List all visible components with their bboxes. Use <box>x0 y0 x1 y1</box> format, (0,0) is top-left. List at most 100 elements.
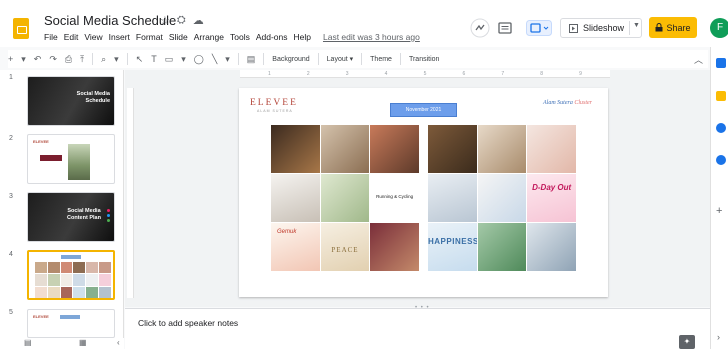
menu-file[interactable]: File <box>44 32 58 42</box>
new-slide-icon[interactable]: + <box>8 54 13 64</box>
document-title[interactable]: Social Media Schedule <box>44 13 176 28</box>
transition-button[interactable]: Transition <box>409 56 439 63</box>
content-image[interactable]: PEACE <box>320 223 370 271</box>
content-image[interactable]: D-Day Out <box>527 174 576 222</box>
ruler-mark: 3 <box>345 71 349 77</box>
content-image[interactable] <box>477 223 527 271</box>
ruler-mark: 8 <box>540 71 544 77</box>
toolbar-divider <box>237 53 239 65</box>
speaker-notes-placeholder[interactable]: Click to add speaker notes <box>138 318 238 328</box>
text-box-icon[interactable]: T <box>151 54 157 64</box>
menu-view[interactable]: View <box>84 32 102 42</box>
content-image[interactable] <box>477 174 527 222</box>
collapse-toolbar-icon[interactable]: ︿ <box>694 53 703 66</box>
content-image[interactable] <box>477 125 527 173</box>
theme-button[interactable]: Theme <box>370 56 392 63</box>
content-image[interactable] <box>370 223 419 271</box>
menu-tools[interactable]: Tools <box>230 32 250 42</box>
menu-addons[interactable]: Add-ons <box>256 32 288 42</box>
content-image[interactable] <box>370 125 419 173</box>
content-image[interactable] <box>320 174 370 222</box>
line-icon[interactable]: ╲ <box>212 54 217 65</box>
menu-arrange[interactable]: Arrange <box>194 32 224 42</box>
menu-edit[interactable]: Edit <box>64 32 79 42</box>
image-menu-icon[interactable]: ▾ <box>181 54 186 65</box>
slide-thumb-title: Social Media Schedule <box>76 91 110 104</box>
content-image[interactable] <box>527 223 576 271</box>
slide-thumbnail-2[interactable]: ELEVEE <box>27 134 115 184</box>
select-cursor-icon[interactable]: ↖ <box>136 54 144 65</box>
horizontal-ruler[interactable]: 1 2 3 4 5 6 7 8 9 <box>240 70 610 78</box>
slides-logo-icon[interactable] <box>13 18 29 39</box>
present-meeting-icon[interactable] <box>526 18 552 38</box>
layout-button[interactable]: Layout ▾ <box>327 55 354 63</box>
content-image[interactable]: HAPPINESS <box>428 223 477 271</box>
background-button[interactable]: Background <box>272 56 309 63</box>
slide-thumbnail-4[interactable] <box>27 250 115 300</box>
current-slide[interactable]: ELEVEE ALAM SUTERA November 2021 Alam Su… <box>239 88 608 297</box>
cluster-logo-text: Cluster <box>574 100 593 106</box>
slide-number: 4 <box>9 251 13 258</box>
content-image[interactable] <box>527 125 576 173</box>
notes-resize-handle[interactable]: • • • <box>415 305 430 311</box>
zoom-icon[interactable]: ⌕ <box>101 54 106 65</box>
slideshow-options-icon[interactable]: ▼ <box>633 22 640 29</box>
undo-icon[interactable]: ↶ <box>34 54 42 65</box>
last-edit-link[interactable]: Last edit was 3 hours ago <box>323 32 420 42</box>
slideshow-button[interactable]: Slideshow ▼ <box>560 18 642 38</box>
thumb-photo-grid <box>35 262 111 298</box>
shape-icon[interactable]: ◯ <box>194 54 204 65</box>
move-icon[interactable]: ⛭ <box>177 14 186 27</box>
explore-icon[interactable]: ✦ <box>679 335 695 349</box>
happiness-label: HAPPINESS <box>428 237 477 247</box>
hide-side-panel-icon[interactable]: › <box>717 332 720 342</box>
content-image[interactable] <box>271 174 320 222</box>
zoom-menu-icon[interactable]: ▾ <box>114 54 119 65</box>
speaker-notes[interactable]: • • • Click to add speaker notes <box>125 305 710 349</box>
slideshow-label: Slideshow <box>583 23 625 33</box>
month-banner[interactable]: November 2021 <box>390 103 457 117</box>
slide-thumbnail-3[interactable]: Social Media Content Plan <box>27 192 115 242</box>
content-image[interactable]: Gemuk <box>271 223 320 271</box>
menu-insert[interactable]: Insert <box>109 32 130 42</box>
redo-icon[interactable]: ↷ <box>49 54 57 65</box>
hide-filmstrip-icon[interactable]: ‹ <box>117 338 120 347</box>
new-slide-layout-icon[interactable]: ▾ <box>21 54 26 65</box>
menu-bar: File Edit View Insert Format Slide Arran… <box>44 32 420 42</box>
alam-sutera-logo[interactable]: Alam Sutera Cluster <box>543 100 592 106</box>
slide-thumbnail-5[interactable]: ELEVEE <box>27 309 115 338</box>
elevee-logo[interactable]: ELEVEE <box>250 98 298 108</box>
menu-help[interactable]: Help <box>294 32 311 42</box>
slide-thumbnail-1[interactable]: Social Media Schedule <box>27 76 115 126</box>
comment-icon[interactable]: ▤ <box>247 54 256 65</box>
filmstrip-view-icon[interactable]: ▤ <box>24 338 32 347</box>
account-avatar[interactable]: F <box>710 18 728 38</box>
calendar-icon[interactable] <box>716 58 726 68</box>
menu-format[interactable]: Format <box>136 32 163 42</box>
vertical-ruler[interactable] <box>127 88 134 298</box>
add-ons-plus-icon[interactable]: + <box>716 205 722 217</box>
contacts-icon[interactable] <box>716 155 726 165</box>
image-icon[interactable]: ▭ <box>165 54 174 65</box>
cloud-status-icon[interactable]: ☁ <box>193 14 204 27</box>
paint-format-icon[interactable]: ⤒ <box>80 54 84 65</box>
line-menu-icon[interactable]: ▾ <box>225 54 230 65</box>
comment-history-icon[interactable] <box>498 18 512 38</box>
slide-number: 3 <box>9 193 13 200</box>
alam-sutera-logo-text: Alam Sutera <box>543 100 573 106</box>
content-image[interactable] <box>428 174 477 222</box>
share-button[interactable]: Share <box>649 17 697 38</box>
activity-dashboard-icon[interactable] <box>470 18 490 38</box>
left-content-grid: Running & Cycling Gemuk PEACE <box>271 125 419 271</box>
content-image[interactable] <box>271 125 320 173</box>
keep-icon[interactable] <box>716 91 726 101</box>
content-image[interactable] <box>428 125 477 173</box>
content-image[interactable]: Running & Cycling <box>370 174 419 222</box>
grid-view-icon[interactable]: ▦ <box>79 338 87 347</box>
content-image[interactable] <box>320 125 370 173</box>
print-icon[interactable]: ⎙ <box>65 54 72 65</box>
tasks-icon[interactable] <box>716 123 726 133</box>
star-icon[interactable]: ☆ <box>160 14 170 27</box>
menu-slide[interactable]: Slide <box>169 32 188 42</box>
ruler-mark: 9 <box>579 71 582 77</box>
